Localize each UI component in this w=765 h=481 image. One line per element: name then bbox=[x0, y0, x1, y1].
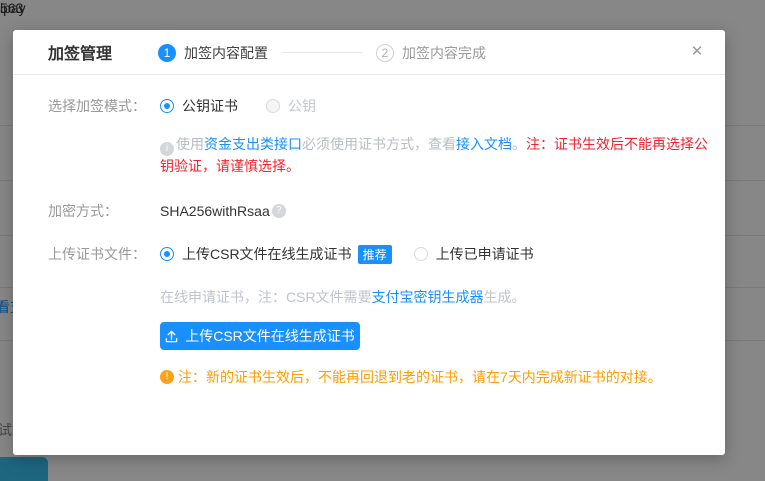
cert-mode-notice: i使用资金支出类接口必须使用证书方式，查看接入文档。注：证书生效后不能再选择公钥… bbox=[160, 134, 718, 177]
upload-cert-label: 上传证书文件： bbox=[48, 244, 160, 264]
radio-public-key-cert-label: 公钥证书 bbox=[182, 96, 238, 116]
step2-label: 加签内容完成 bbox=[402, 43, 486, 63]
radio-upload-csr[interactable]: 上传CSR文件在线生成证书 推荐 bbox=[160, 244, 392, 264]
signature-management-dialog: 加签管理 1 加签内容配置 2 加签内容完成 ✕ 选择加签模式： 公钥证书 公钥… bbox=[13, 30, 725, 455]
fund-api-link[interactable]: 资金支出类接口 bbox=[204, 136, 302, 152]
cert-switch-warning: ! 注：新的证书生效后，不能再回退到老的证书，请在7天内完成新证书的对接。 bbox=[160, 367, 662, 387]
encrypt-value-text: SHA256withRsaa bbox=[160, 203, 270, 219]
warning-circle-icon: ! bbox=[160, 370, 174, 384]
step1-circle: 1 bbox=[158, 44, 176, 62]
encrypt-method-row: 加密方式： SHA256withRsaa ? bbox=[48, 201, 286, 221]
radio-selected-icon bbox=[160, 99, 174, 113]
upload-icon bbox=[165, 330, 178, 343]
csr-note-pre: 在线申请证书，注：CSR文件需要 bbox=[160, 289, 372, 305]
step1-label: 加签内容配置 bbox=[184, 43, 268, 63]
radio-disabled-icon bbox=[266, 99, 280, 113]
radio-public-key[interactable]: 公钥 bbox=[266, 96, 316, 116]
key-generator-link[interactable]: 支付宝密钥生成器 bbox=[372, 289, 484, 305]
encrypt-method-label: 加密方式： bbox=[48, 201, 160, 221]
radio-upload-existing[interactable]: 上传已申请证书 bbox=[414, 244, 534, 264]
help-circle-icon[interactable]: ? bbox=[272, 204, 286, 218]
radio-upload-existing-label: 上传已申请证书 bbox=[436, 244, 534, 264]
csr-note: 在线申请证书，注：CSR文件需要支付宝密钥生成器生成。 bbox=[160, 287, 526, 307]
upload-csr-button[interactable]: 上传CSR文件在线生成证书 bbox=[160, 322, 360, 350]
recommend-badge: 推荐 bbox=[358, 245, 392, 264]
csr-note-post: 生成。 bbox=[484, 289, 526, 305]
cert-switch-warning-text: 注：新的证书生效后，不能再回退到老的证书，请在7天内完成新证书的对接。 bbox=[178, 367, 662, 387]
sign-mode-row: 选择加签模式： 公钥证书 公钥 bbox=[48, 96, 316, 116]
upload-csr-button-label: 上传CSR文件在线生成证书 bbox=[185, 326, 355, 346]
sign-mode-label: 选择加签模式： bbox=[48, 96, 160, 116]
step-indicator: 1 加签内容配置 2 加签内容完成 bbox=[158, 30, 486, 75]
encrypt-method-value: SHA256withRsaa ? bbox=[160, 203, 286, 219]
upload-cert-row: 上传证书文件： 上传CSR文件在线生成证书 推荐 上传已申请证书 bbox=[48, 244, 534, 264]
dialog-title: 加签管理 bbox=[48, 40, 112, 64]
notice-seg1: 使用 bbox=[176, 136, 204, 152]
radio-unselected-icon bbox=[414, 247, 428, 261]
radio-upload-csr-label: 上传CSR文件在线生成证书 bbox=[182, 244, 352, 264]
radio-selected-icon bbox=[160, 247, 174, 261]
step-connector-line bbox=[282, 52, 362, 53]
notice-seg2: 必须使用证书方式，查看 bbox=[302, 136, 456, 152]
close-icon[interactable]: ✕ bbox=[687, 42, 707, 62]
access-doc-link[interactable]: 接入文档 bbox=[456, 136, 512, 152]
radio-public-key-cert[interactable]: 公钥证书 bbox=[160, 96, 238, 116]
radio-public-key-label: 公钥 bbox=[288, 96, 316, 116]
notice-seg3: 。 bbox=[512, 136, 526, 152]
step2-circle: 2 bbox=[376, 44, 394, 62]
info-circle-icon: i bbox=[160, 142, 174, 156]
